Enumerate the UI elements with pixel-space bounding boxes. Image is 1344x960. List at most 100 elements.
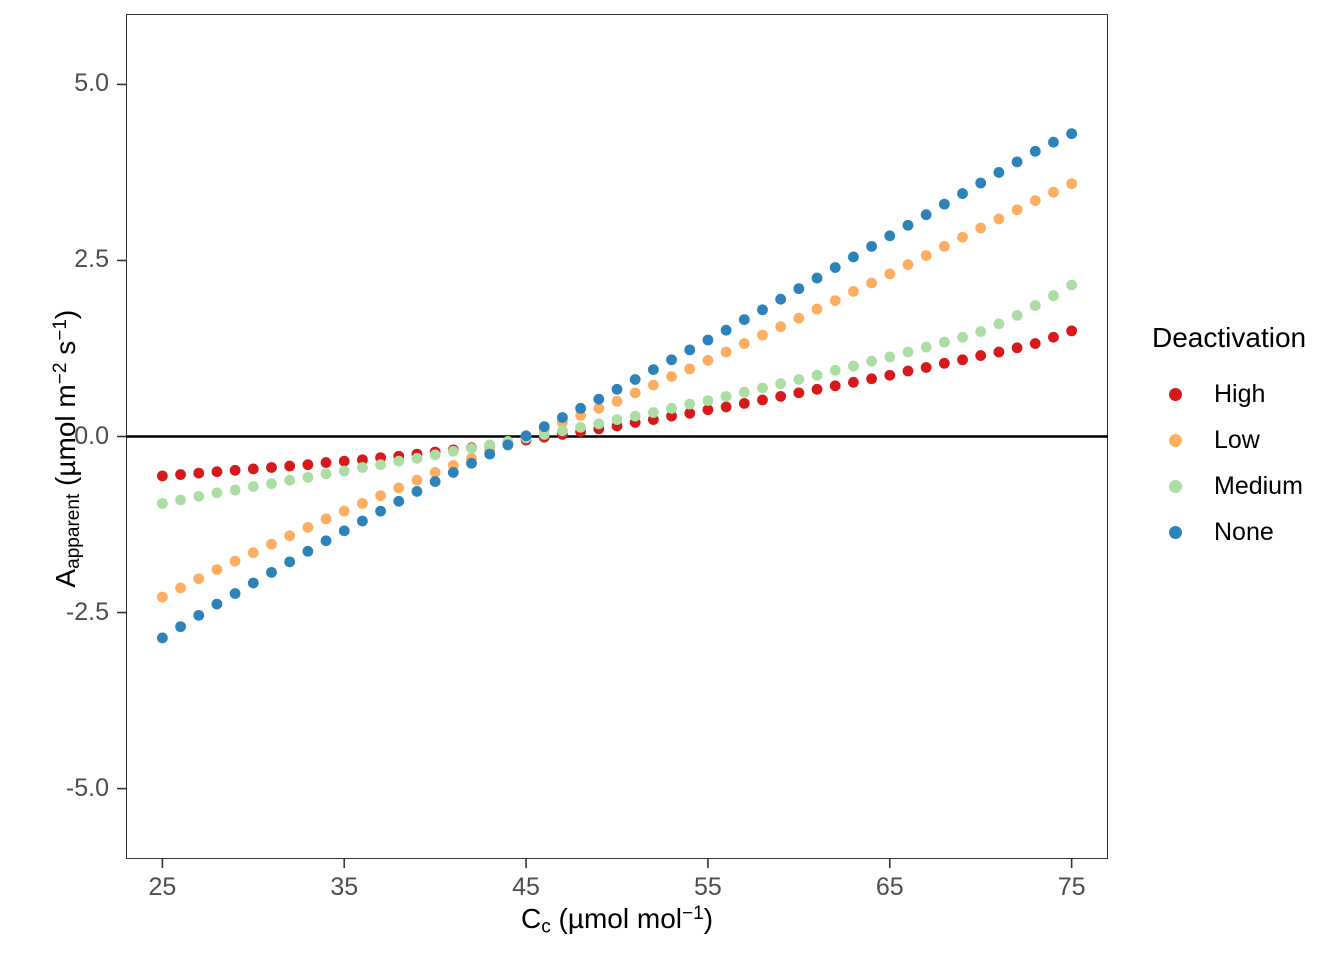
data-point <box>357 497 368 509</box>
data-point <box>975 222 987 234</box>
data-point <box>284 530 296 542</box>
data-point <box>775 378 787 390</box>
data-point <box>811 369 823 381</box>
data-point <box>829 295 841 306</box>
data-point <box>811 303 823 315</box>
data-point <box>320 513 332 525</box>
y-axis-title-unit-exponent-1: −2 <box>49 362 71 385</box>
data-point <box>775 390 787 402</box>
data-point <box>884 268 896 280</box>
data-point <box>720 401 732 413</box>
y-axis-title-symbol: A <box>49 568 81 588</box>
x-tick-label: 65 <box>875 873 904 901</box>
data-point <box>811 272 823 284</box>
data-point <box>957 231 968 243</box>
data-point <box>320 535 332 547</box>
data-point <box>411 474 423 486</box>
legend-key-swatch <box>1152 509 1198 555</box>
data-point <box>629 410 641 422</box>
data-point <box>757 382 768 394</box>
data-point <box>829 380 841 392</box>
data-point <box>375 505 386 517</box>
y-axis-title-unit-open: (µmol m <box>49 384 81 494</box>
legend-key-swatch <box>1152 417 1198 463</box>
data-point <box>848 286 859 297</box>
data-point <box>757 394 768 406</box>
data-point <box>938 336 950 348</box>
data-point <box>320 468 332 480</box>
data-point <box>866 240 877 252</box>
data-point <box>902 259 914 271</box>
x-tick-label: 25 <box>148 873 177 901</box>
data-point <box>920 209 932 221</box>
data-point <box>447 445 459 457</box>
data-point <box>284 460 296 472</box>
data-point <box>375 459 386 471</box>
data-point <box>247 481 259 492</box>
data-point <box>266 567 277 578</box>
data-point <box>284 474 296 486</box>
legend-dot-icon <box>1168 479 1182 493</box>
data-point <box>647 379 659 391</box>
data-point <box>1029 145 1041 157</box>
data-point <box>575 421 587 433</box>
x-axis-title-unit-exponent: −1 <box>681 903 704 924</box>
data-point <box>175 621 186 633</box>
data-point <box>466 457 477 469</box>
data-points-layer <box>156 128 1078 644</box>
data-point <box>829 364 841 376</box>
data-point <box>375 490 386 502</box>
legend-items: High Low Medium None <box>1152 371 1337 555</box>
data-point <box>975 350 987 361</box>
data-point <box>538 421 550 433</box>
data-point <box>684 398 696 410</box>
data-point <box>629 374 641 385</box>
legend-item-none[interactable]: None <box>1152 509 1337 555</box>
data-point <box>1066 128 1078 140</box>
data-point <box>902 365 914 377</box>
y-axis-title: Aapparent (µmol m−2 s−1) <box>50 26 85 871</box>
data-point <box>611 395 623 407</box>
legend-item-label: Medium <box>1214 471 1303 500</box>
data-point <box>920 341 932 353</box>
legend-item-low[interactable]: Low <box>1152 417 1337 463</box>
data-point <box>866 355 877 367</box>
y-axis-title-unit-exponent-2: −1 <box>49 319 71 341</box>
data-point <box>575 402 587 414</box>
data-point <box>284 556 296 568</box>
x-axis-title-subscript: c <box>541 916 551 938</box>
data-point <box>175 494 186 506</box>
data-point <box>411 452 423 464</box>
y-axis-title-unit-mid: s <box>49 340 81 363</box>
data-point <box>429 449 441 461</box>
data-point <box>666 354 677 366</box>
tick-marks <box>117 83 1073 868</box>
x-axis-title-symbol: C <box>520 903 542 935</box>
data-point <box>411 486 423 497</box>
data-point <box>720 390 732 402</box>
data-point <box>302 471 314 483</box>
data-point <box>1066 279 1078 291</box>
data-point <box>357 462 368 473</box>
y-axis-title-subscript: apparent <box>63 493 85 569</box>
data-point <box>884 230 896 242</box>
data-point <box>702 334 714 346</box>
data-point <box>211 466 223 478</box>
legend-item-medium[interactable]: Medium <box>1152 463 1337 509</box>
data-point <box>720 346 732 358</box>
data-point <box>938 198 950 210</box>
data-point <box>557 412 568 423</box>
data-point <box>757 304 768 316</box>
data-point <box>593 418 605 430</box>
data-point <box>1011 156 1023 168</box>
legend-item-high[interactable]: High <box>1152 371 1337 417</box>
data-point <box>156 497 168 509</box>
data-point <box>302 545 314 557</box>
data-point <box>647 407 659 418</box>
data-point <box>1066 178 1078 190</box>
data-point <box>193 490 205 502</box>
data-point <box>902 346 914 358</box>
data-point <box>775 293 787 305</box>
data-point <box>629 387 641 399</box>
data-point <box>793 387 805 399</box>
